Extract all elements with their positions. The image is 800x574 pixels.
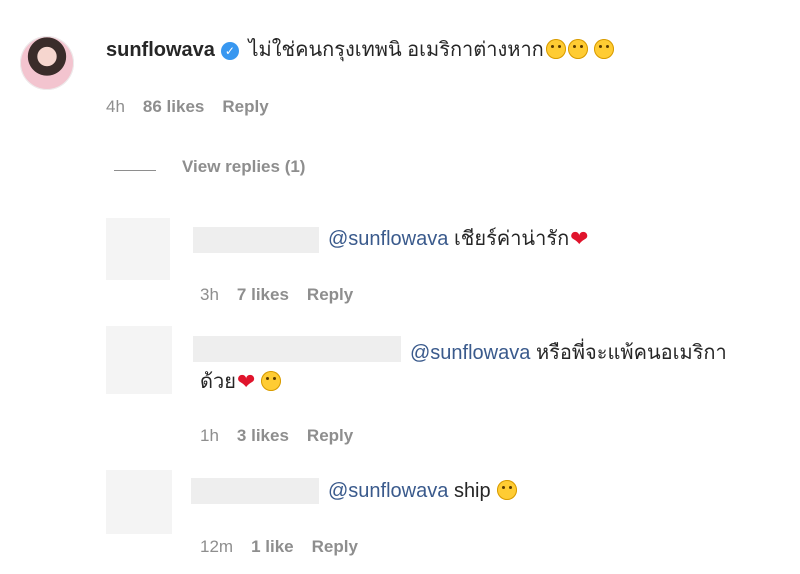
divider bbox=[114, 170, 156, 171]
redacted-username[interactable] bbox=[193, 336, 401, 362]
grin-face-icon bbox=[593, 39, 614, 59]
verified-badge-icon: ✓ bbox=[220, 42, 239, 60]
rofl-face-icon bbox=[545, 39, 566, 59]
redacted-username[interactable] bbox=[191, 478, 319, 504]
reply-meta: 3h 7 likes Reply bbox=[200, 285, 371, 305]
reply-meta: 1h 3 likes Reply bbox=[200, 426, 371, 446]
comment-text: ไม่ใช่คนกรุงเทพนิ อเมริกาต่างหาก bbox=[248, 39, 544, 61]
username[interactable]: sunflowava bbox=[106, 39, 215, 61]
reply-body: ship bbox=[453, 480, 491, 502]
reply-text-line2: ด้วย❤ bbox=[200, 365, 282, 399]
comment-time: 4h bbox=[106, 97, 125, 116]
comment-meta: 4h 86 likes Reply bbox=[106, 97, 287, 117]
reply-body: ด้วย bbox=[200, 371, 236, 393]
reply-meta: 12m 1 like Reply bbox=[200, 537, 376, 557]
like-count[interactable]: 7 likes bbox=[237, 285, 289, 304]
reply-body: เชียร์ค่าน่ารัก bbox=[453, 228, 570, 250]
kiss-face-icon bbox=[261, 371, 282, 391]
reply-text: @sunflowava หรือพี่จะแพ้คนอเมริกา bbox=[410, 336, 727, 370]
avatar[interactable] bbox=[106, 470, 172, 534]
mention-link[interactable]: @sunflowava bbox=[328, 228, 448, 250]
main-comment: sunflowava ✓ ไม่ใช่คนกรุงเทพนิ อเมริกาต่า… bbox=[106, 36, 614, 64]
reply-time: 1h bbox=[200, 426, 219, 445]
reply-button[interactable]: Reply bbox=[307, 285, 353, 304]
heart-eyes-face-icon bbox=[496, 480, 517, 500]
avatar[interactable] bbox=[106, 326, 172, 394]
avatar[interactable] bbox=[106, 218, 170, 280]
view-replies-button[interactable]: View replies (1) bbox=[182, 157, 305, 177]
reply-time: 12m bbox=[200, 537, 234, 556]
reply-text: @sunflowava เชียร์ค่าน่ารัก❤ bbox=[328, 222, 589, 256]
like-count[interactable]: 3 likes bbox=[237, 426, 289, 445]
mention-link[interactable]: @sunflowava bbox=[328, 480, 448, 502]
heart-icon: ❤ bbox=[570, 226, 589, 251]
avatar[interactable] bbox=[20, 36, 74, 90]
reply-text: @sunflowava ship bbox=[328, 474, 517, 508]
reply-button[interactable]: Reply bbox=[307, 426, 353, 445]
reply-button[interactable]: Reply bbox=[222, 97, 268, 116]
reply-body: หรือพี่จะแพ้คนอเมริกา bbox=[535, 342, 727, 364]
redacted-username[interactable] bbox=[193, 227, 319, 253]
reply-time: 3h bbox=[200, 285, 219, 304]
like-count[interactable]: 86 likes bbox=[143, 97, 204, 116]
reply-button[interactable]: Reply bbox=[312, 537, 358, 556]
smirk-face-icon bbox=[567, 39, 588, 59]
like-count[interactable]: 1 like bbox=[251, 537, 294, 556]
mention-link[interactable]: @sunflowava bbox=[410, 342, 530, 364]
heart-icon: ❤ bbox=[236, 369, 256, 394]
